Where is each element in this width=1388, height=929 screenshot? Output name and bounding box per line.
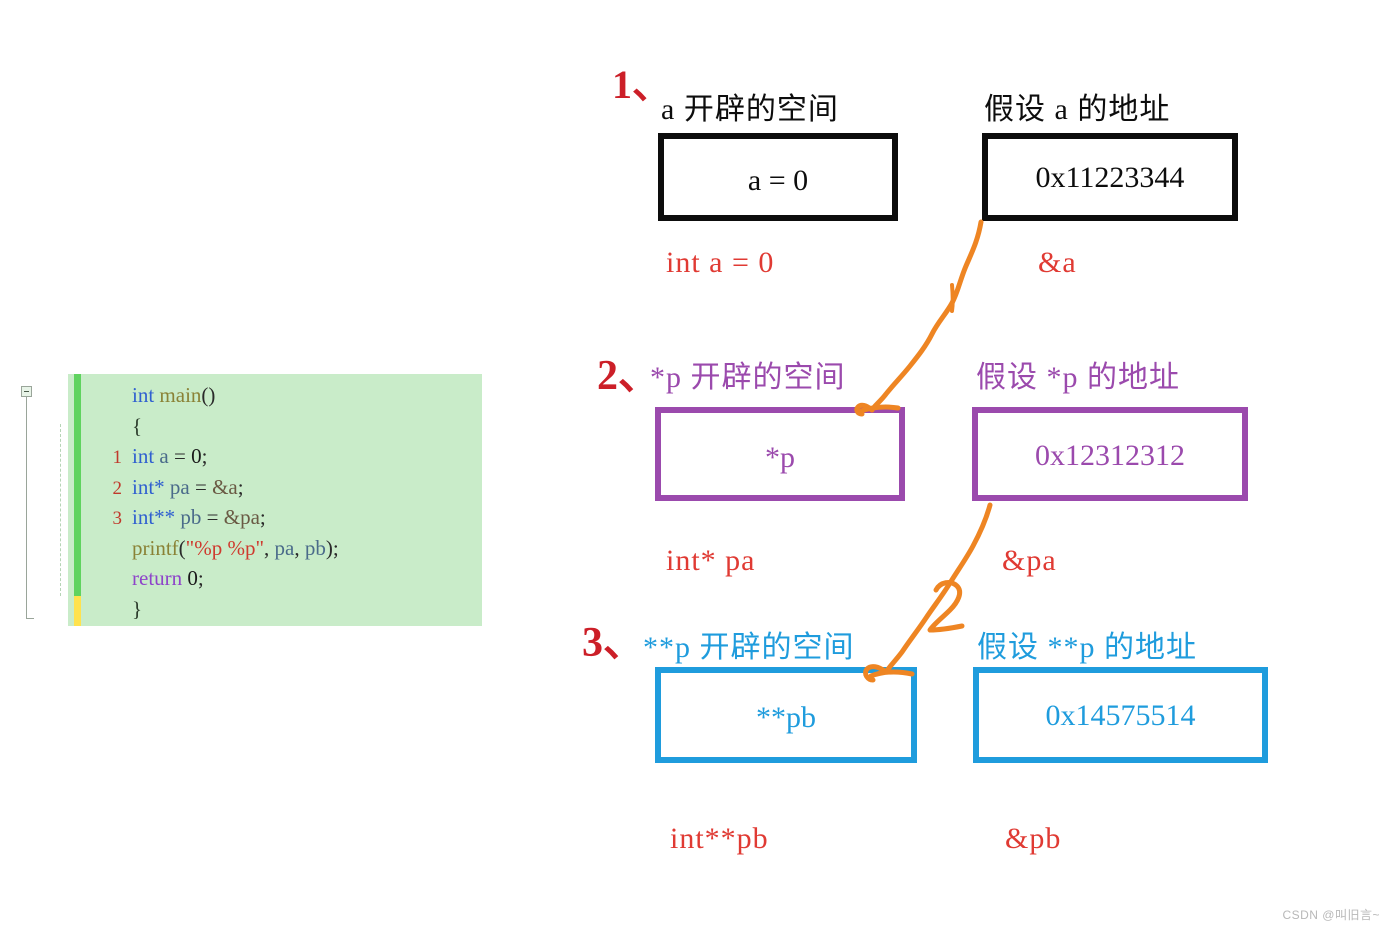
section-2-right-header: 假设 *p 的地址 bbox=[976, 361, 1180, 394]
section-3-right-value: 0x14575514 bbox=[1045, 699, 1196, 732]
section-3-left-caption: int**pb bbox=[670, 822, 769, 855]
section-2-left-header: *p 开辟的空间 bbox=[650, 361, 846, 394]
arrow-path-1 bbox=[869, 219, 984, 413]
section-2-right-box: 0x12312312 bbox=[972, 407, 1248, 501]
arrow-tick-1 bbox=[950, 283, 955, 313]
section-1-left-caption: int a = 0 bbox=[666, 246, 775, 279]
section-2-left-value: *p bbox=[765, 441, 795, 474]
section-3-right-caption: &pb bbox=[1005, 822, 1062, 855]
section-1-left-header: a 开辟的空间 bbox=[661, 93, 839, 126]
arrow-path-2 bbox=[883, 502, 993, 675]
section-3-left-value: **pb bbox=[756, 701, 816, 734]
section-3-right-box: 0x14575514 bbox=[973, 667, 1268, 763]
section-3-right-header: 假设 **p 的地址 bbox=[977, 631, 1197, 664]
section-1-right-box: 0x11223344 bbox=[982, 133, 1238, 221]
section-1-left-value: a = 0 bbox=[747, 164, 809, 197]
section-1-right-caption: &a bbox=[1038, 246, 1077, 279]
section-2-right-value: 0x12312312 bbox=[1035, 439, 1185, 472]
arrow-label-2 bbox=[927, 580, 965, 633]
section-marker-3: 3、 bbox=[582, 620, 646, 666]
section-3-left-header: **p 开辟的空间 bbox=[643, 631, 855, 664]
section-1-left-box: a = 0 bbox=[658, 133, 898, 221]
section-2-left-box: *p bbox=[655, 407, 905, 501]
section-1-right-value: 0x11223344 bbox=[1035, 161, 1185, 194]
section-2-right-caption: &pa bbox=[1002, 544, 1057, 577]
watermark: CSDN @叫旧言~ bbox=[1282, 908, 1380, 922]
section-2-left-caption: int* pa bbox=[666, 544, 756, 577]
section-3-left-box: **pb bbox=[655, 667, 917, 763]
pointer-diagram: 1、 a 开辟的空间 假设 a 的地址 a = 0 0x11223344 int… bbox=[0, 0, 1388, 929]
section-1-right-header: 假设 a 的地址 bbox=[984, 93, 1171, 126]
